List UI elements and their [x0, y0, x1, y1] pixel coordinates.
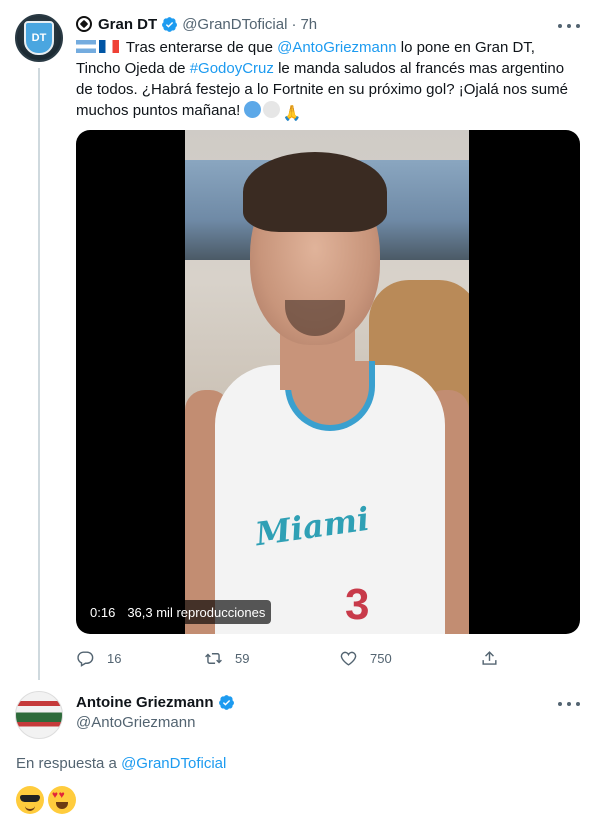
- grandt-logo-icon: DT: [24, 21, 54, 55]
- more-options-icon[interactable]: [558, 696, 580, 712]
- video-frame: Miami 3: [185, 130, 469, 634]
- more-options-icon[interactable]: [558, 18, 580, 34]
- retweet-icon: [205, 652, 222, 664]
- folded-hands-icon: 🙏: [282, 105, 302, 122]
- like-button[interactable]: 750: [339, 647, 392, 669]
- retweet-button[interactable]: 59: [204, 647, 249, 669]
- jersey-number: 3: [345, 580, 370, 629]
- tweet-text-part: Tras enterarse de que: [125, 39, 278, 56]
- in-reply-to-label: En respuesta a: [16, 755, 117, 772]
- author-handle[interactable]: @GranDToficial: [182, 16, 287, 33]
- tweet-header: Gran DT @GranDToficial · 7h: [76, 14, 317, 34]
- argentina-flag-icon: [76, 40, 96, 53]
- share-icon: [482, 650, 497, 665]
- hashtag-link[interactable]: #GodoyCruz: [190, 60, 274, 77]
- tweet-actions: 16 59 750: [76, 647, 506, 669]
- avatar[interactable]: [15, 691, 63, 739]
- share-button[interactable]: [480, 647, 499, 669]
- in-reply-to: En respuesta a @GranDToficial: [16, 755, 226, 772]
- jersey-text: Miami: [253, 499, 372, 554]
- verified-badge-icon: [218, 694, 235, 711]
- video-player[interactable]: Miami 3: [76, 130, 580, 634]
- timestamp[interactable]: 7h: [300, 16, 317, 33]
- reply-button[interactable]: 16: [76, 647, 121, 669]
- retweet-count: 59: [235, 650, 250, 666]
- author-name[interactable]: Gran DT: [98, 16, 157, 33]
- reply-author: Antoine Griezmann: [76, 694, 239, 711]
- person-jersey: Miami 3: [215, 361, 445, 634]
- video-duration: 0:16: [90, 604, 116, 620]
- author-handle[interactable]: @AntoGriezmann: [76, 714, 195, 731]
- video-overlay-info: 0:16 36,3 mil reproducciones: [84, 600, 272, 624]
- author-name[interactable]: Antoine Griezmann: [76, 694, 214, 711]
- white-circle-icon: [263, 101, 281, 118]
- like-count: 750: [370, 650, 392, 666]
- thread-connector-line: [38, 68, 40, 680]
- heart-eyes-face-icon: [48, 786, 76, 814]
- mention-link[interactable]: @AntoGriezmann: [277, 39, 396, 56]
- soccer-ball-icon: [76, 16, 92, 32]
- heart-icon: [340, 651, 357, 666]
- blue-circle-icon: [244, 101, 262, 118]
- person-hair: [243, 152, 387, 232]
- avatar[interactable]: DT: [15, 14, 63, 62]
- video-views: 36,3 mil reproducciones: [127, 604, 266, 620]
- tweet-text: Tras enterarse de que @AntoGriezmann lo …: [76, 37, 576, 122]
- sunglasses-face-icon: [16, 786, 44, 814]
- france-flag-icon: [99, 40, 119, 53]
- separator-dot: ·: [291, 15, 297, 33]
- reply-icon: [77, 650, 94, 667]
- verified-badge-icon: [161, 16, 178, 33]
- reply-emojis: [16, 786, 80, 814]
- avatar-logo-text: DT: [31, 32, 47, 44]
- in-reply-to-link[interactable]: @GranDToficial: [121, 755, 226, 772]
- reply-count: 16: [107, 650, 122, 666]
